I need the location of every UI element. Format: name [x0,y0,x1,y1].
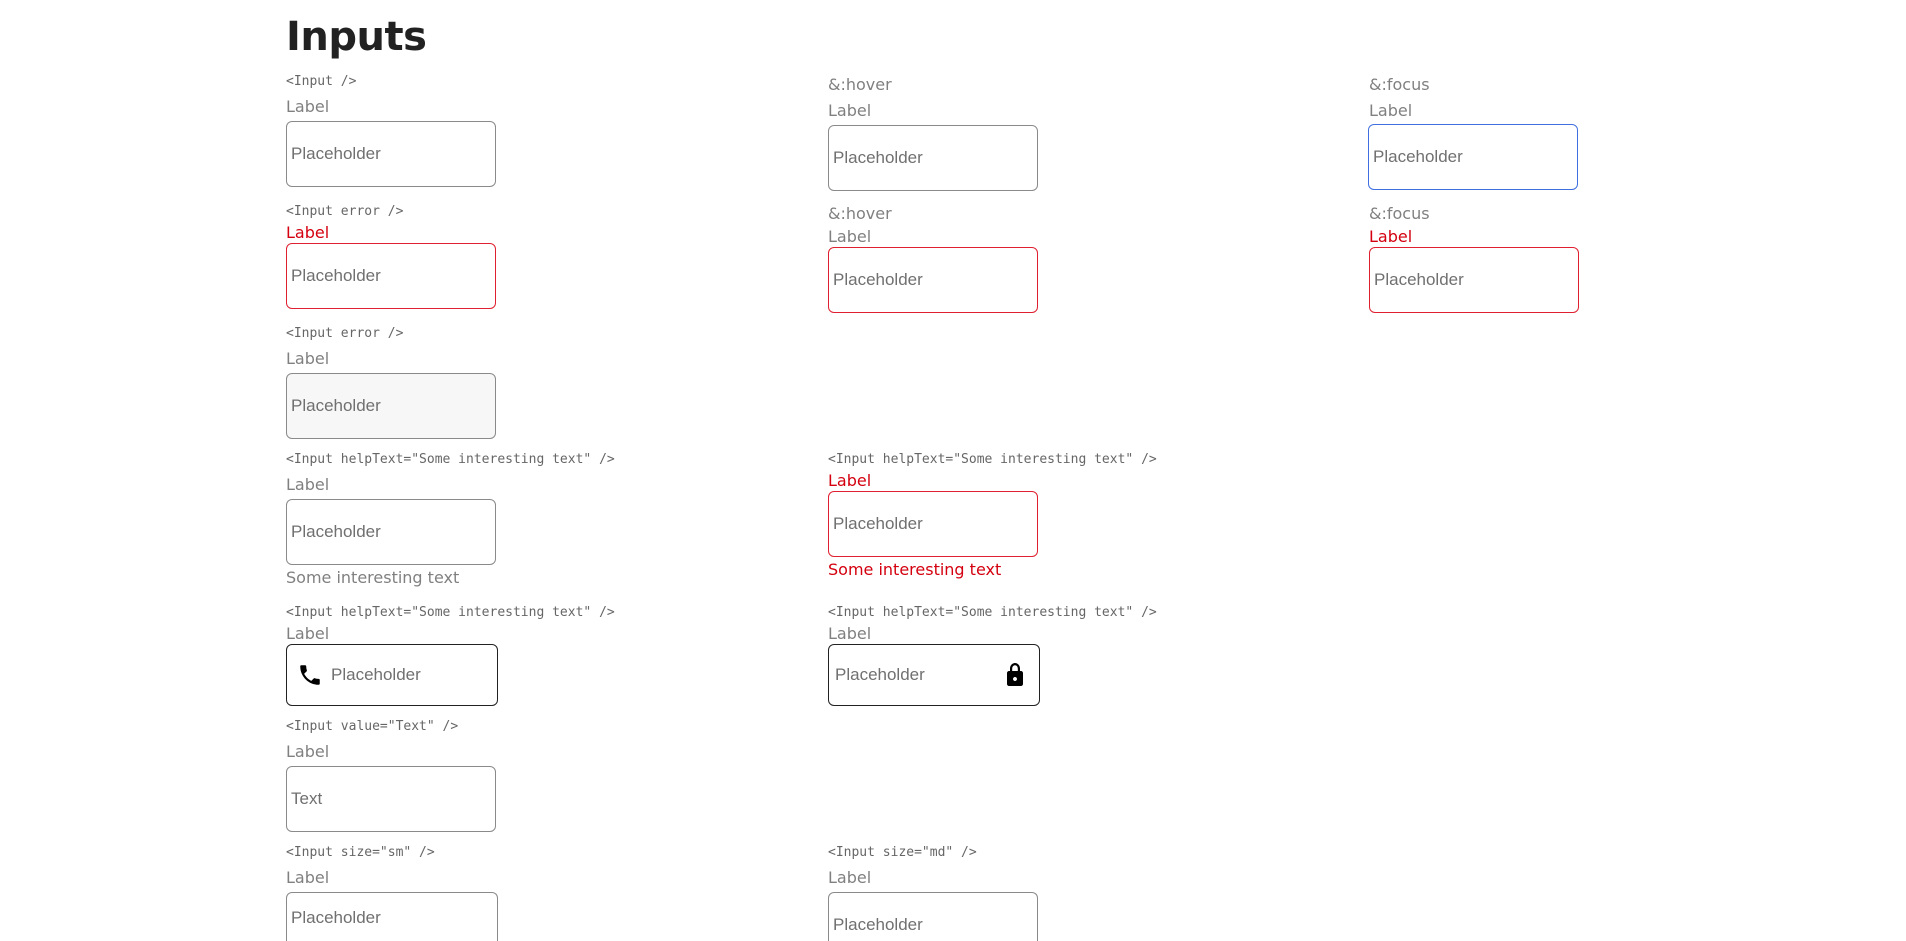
state-caption-hover: &:hover [828,204,892,223]
input-placeholder: Placeholder [833,514,923,533]
password-input[interactable]: Placeholder [828,644,1040,706]
input-label: Label [828,227,872,246]
text-input-error[interactable]: Placeholder [286,243,496,309]
input-label: Label [828,101,872,120]
code-sample: <Input helpText="Some interesting text" … [286,605,615,620]
state-caption-focus: &:focus [1369,75,1430,94]
text-input-with-help[interactable]: Placeholder [286,499,496,565]
input-label: Label [286,475,330,494]
input-placeholder: Placeholder [833,270,923,289]
phone-icon [297,662,323,688]
input-label: Label [1369,101,1413,120]
input-label: Label [286,624,330,643]
code-sample: <Input size="md" /> [828,845,977,860]
input-placeholder: Placeholder [291,266,381,285]
text-input-small[interactable]: Placeholder [286,892,498,941]
input-label: Label [828,868,872,887]
input-label: Label [286,349,330,368]
input-value: Text [291,789,323,808]
page-title: Inputs [286,14,427,60]
input-placeholder: Placeholder [291,144,381,163]
help-text: Some interesting text [286,568,460,587]
input-label: Label [286,868,330,887]
text-input-medium[interactable]: Placeholder [828,892,1038,941]
code-sample: <Input error /> [286,204,404,219]
input-placeholder: Placeholder [833,915,923,934]
state-caption-focus: &:focus [1369,204,1430,223]
text-input-focus[interactable]: Placeholder [1368,124,1578,190]
input-label: Label [828,624,872,643]
input-label: Label [286,97,330,116]
help-text-error: Some interesting text [828,560,1002,579]
input-placeholder: Placeholder [291,908,381,927]
code-sample: <Input size="sm" /> [286,845,435,860]
lock-icon[interactable] [1003,662,1027,688]
input-label-error: Label [1369,227,1413,246]
state-caption-hover: &:hover [828,75,892,94]
text-input-hover[interactable]: Placeholder [828,125,1038,191]
text-input-error-hover[interactable]: Placeholder [828,247,1038,313]
text-input-with-value[interactable]: Text [286,766,496,832]
code-sample: <Input value="Text" /> [286,719,459,734]
code-sample: <Input helpText="Some interesting text" … [286,452,615,467]
input-placeholder: Placeholder [1373,147,1463,166]
input-placeholder: Placeholder [291,396,381,415]
input-placeholder: Placeholder [331,665,421,684]
input-placeholder: Placeholder [835,665,925,684]
code-sample: <Input helpText="Some interesting text" … [828,605,1157,620]
input-label-error: Label [286,223,330,242]
input-placeholder: Placeholder [833,148,923,167]
code-sample: <Input error /> [286,326,404,341]
text-input-error-focus[interactable]: Placeholder [1369,247,1579,313]
text-input[interactable]: Placeholder [286,121,496,187]
phone-input[interactable]: Placeholder [286,644,498,706]
text-input-error-with-help[interactable]: Placeholder [828,491,1038,557]
input-label: Label [286,742,330,761]
input-label-error: Label [828,471,872,490]
code-sample: <Input helpText="Some interesting text" … [828,452,1157,467]
input-placeholder: Placeholder [291,522,381,541]
code-sample: <Input /> [286,74,357,89]
text-input-disabled[interactable]: Placeholder [286,373,496,439]
input-placeholder: Placeholder [1374,270,1464,289]
